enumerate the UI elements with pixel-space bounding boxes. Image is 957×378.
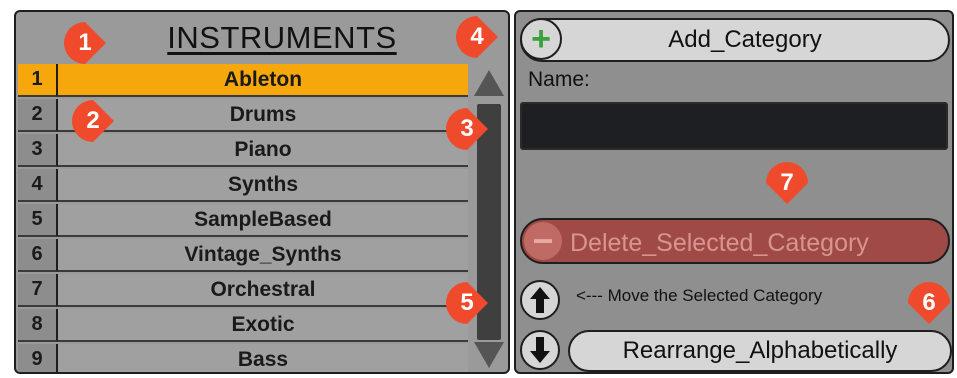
scroll-down-arrow-icon[interactable] (474, 342, 504, 368)
instrument-row-number: 7 (18, 274, 58, 307)
instrument-row-name: Orchestral (58, 274, 468, 307)
rearrange-alphabetically-label: Rearrange_Alphabetically (622, 337, 898, 364)
move-selected-category-label: <--- Move the Selected Category (576, 286, 823, 305)
instrument-row-number: 9 (18, 344, 58, 372)
instruments-title: INSTRUMENTS (167, 20, 397, 55)
instrument-row-number: 4 (18, 169, 58, 202)
instrument-row[interactable]: 9 Bass (18, 344, 468, 372)
arrow-down-icon (530, 337, 550, 363)
instrument-row-number: 8 (18, 309, 58, 342)
instrument-row[interactable]: 7 Orchestral (18, 274, 468, 307)
scroll-up-arrow-icon[interactable] (474, 70, 504, 96)
instrument-row-number: 2 (18, 99, 58, 132)
arrow-up-icon (530, 287, 550, 313)
callout-number: 3 (460, 115, 474, 142)
move-down-button[interactable] (520, 330, 560, 370)
delete-category-label: Delete_Selected_Category (570, 229, 869, 257)
callout-marker-1: 1 (62, 20, 108, 66)
instrument-row[interactable]: 6 Vintage_Synths (18, 239, 468, 272)
instrument-row-name: Synths (58, 169, 468, 202)
name-label: Name: (528, 68, 590, 91)
plus-icon[interactable]: + (520, 18, 562, 60)
callout-number: 5 (460, 289, 474, 316)
callout-marker-7: 7 (764, 160, 810, 206)
rearrange-alphabetically-button[interactable]: Rearrange_Alphabetically (568, 330, 952, 372)
delete-selected-category-button[interactable]: − Delete_Selected_Category (520, 218, 950, 264)
instrument-row-name: Vintage_Synths (58, 239, 468, 272)
minus-icon: − (524, 222, 562, 260)
instrument-row-number: 1 (18, 64, 58, 97)
add-category-button[interactable]: Add_Category (520, 18, 950, 62)
instrument-row[interactable]: 4 Synths (18, 169, 468, 202)
category-name-input[interactable] (520, 102, 948, 150)
callout-marker-5: 5 (444, 280, 490, 326)
instrument-row[interactable]: 1 Ableton (18, 64, 468, 97)
instrument-row-number: 5 (18, 204, 58, 237)
instrument-row-name: Piano (58, 134, 468, 167)
category-panel: Add_Category + Name: − Delete_Selected_C… (514, 10, 954, 374)
callout-number: 2 (86, 107, 100, 134)
instrument-row-name: Drums (58, 99, 468, 132)
callout-marker-4: 4 (454, 14, 500, 60)
callout-number: 7 (780, 169, 794, 196)
callout-number: 1 (78, 29, 92, 56)
callout-marker-6: 6 (906, 280, 952, 326)
callout-marker-2: 2 (70, 98, 116, 144)
instrument-row-name: Ableton (58, 64, 468, 97)
callout-number: 6 (922, 289, 936, 316)
callout-marker-3: 3 (444, 106, 490, 152)
instrument-row-number: 6 (18, 239, 58, 272)
instrument-row-number: 3 (18, 134, 58, 167)
instrument-row-name: SampleBased (58, 204, 468, 237)
move-up-button[interactable] (520, 280, 560, 320)
instrument-row-name: Bass (58, 344, 468, 372)
instrument-row[interactable]: 5 SampleBased (18, 204, 468, 237)
callout-number: 4 (470, 23, 484, 50)
instrument-row-name: Exotic (58, 309, 468, 342)
add-category-label: Add_Category (668, 26, 822, 53)
instrument-row[interactable]: 8 Exotic (18, 309, 468, 342)
